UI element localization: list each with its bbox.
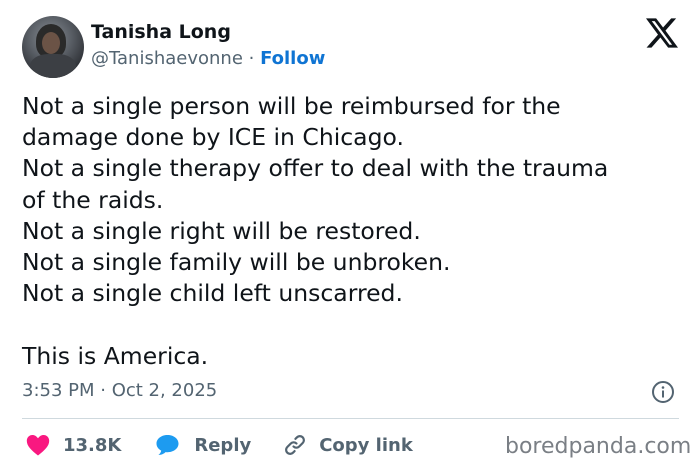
tweet-line: of the raids. [22,185,164,214]
heart-icon [26,435,50,456]
author-handle-row: @Tanishaevonne · Follow [91,48,325,69]
info-icon[interactable] [651,380,675,404]
copy-link-label: Copy link [319,434,413,456]
tweet-line: Not a single therapy offer to deal with … [22,154,609,183]
tweet-text: Not a single person will be reimbursed f… [22,91,682,372]
tweet-line: Not a single child left unscarred. [22,279,403,308]
divider [22,418,679,419]
speech-bubble-icon [156,435,179,455]
avatar-body [30,54,76,78]
reply-label: Reply [194,434,252,456]
link-icon [285,435,306,455]
tweet-line: Not a single person will be reimbursed f… [22,92,561,120]
tweet-line: damage done by ICE in Chicago. [22,123,404,152]
author-name[interactable]: Tanisha Long [91,21,231,43]
author-handle[interactable]: @Tanishaevonne [91,48,243,69]
author-avatar[interactable] [22,16,84,78]
like-button[interactable]: 13.8K [26,434,121,456]
handle-separator: · [242,48,261,69]
follow-button[interactable]: Follow [260,48,325,69]
tweet-line: This is America. [22,341,209,370]
copy-link-button[interactable]: Copy link [283,433,413,457]
tweet-actions: 13.8K Reply Copy link [26,432,413,458]
watermark: boredpanda.com [505,434,692,459]
reply-button[interactable]: Reply [155,434,251,456]
tweet-line: Not a single right will be restored. [22,216,421,245]
x-logo-icon[interactable] [646,18,678,48]
avatar-face [42,32,60,54]
like-count: 13.8K [63,434,122,456]
tweet-line: Not a single family will be unbroken. [22,248,451,277]
tweet-timestamp[interactable]: 3:53 PM · Oct 2, 2025 [22,380,217,401]
